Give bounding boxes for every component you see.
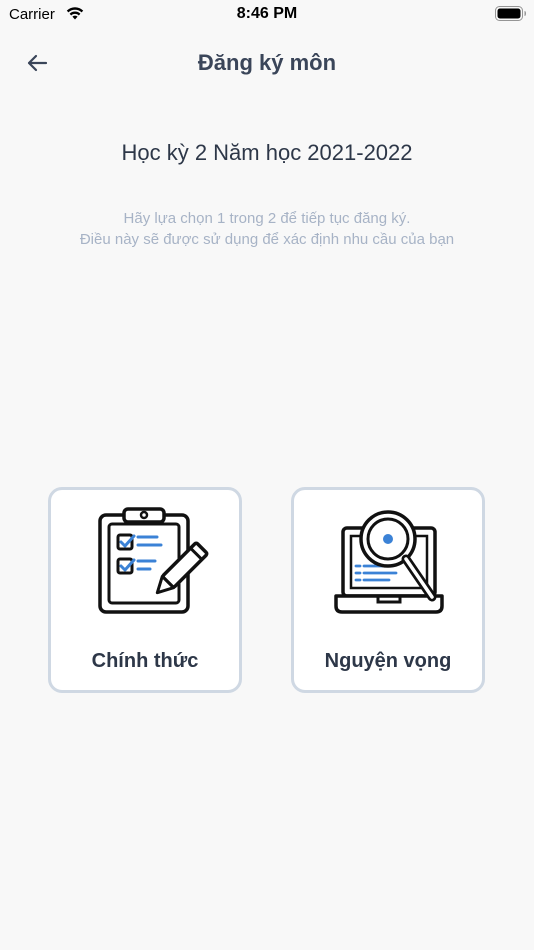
official-registration-card[interactable]: Chính thức <box>48 487 242 693</box>
instruction-line-1: Hãy lựa chọn 1 trong 2 để tiếp tục đăng … <box>123 210 411 227</box>
nav-bar: Đăng ký môn <box>0 40 534 86</box>
status-bar: Carrier 8:46 PM <box>0 0 534 28</box>
clock-time: 8:46 PM <box>236 5 298 22</box>
semester-title: Học kỳ 2 Năm học 2021-2022 <box>121 140 413 165</box>
instructions: Hãy lựa chọn 1 trong 2 để tiếp tục đăng … <box>0 208 534 250</box>
wish-registration-card[interactable]: Nguyện vọng <box>291 487 485 693</box>
page-title: Đăng ký môn <box>197 50 337 75</box>
battery-icon <box>495 6 526 21</box>
instruction-line-2: Điều này sẽ được sử dụng để xác định nhu… <box>79 231 455 248</box>
wish-registration-label: Nguyện vọng <box>324 650 452 672</box>
clipboard-checklist-icon <box>98 507 209 614</box>
official-registration-label: Chính thức <box>91 650 199 672</box>
laptop-search-icon <box>334 510 444 614</box>
